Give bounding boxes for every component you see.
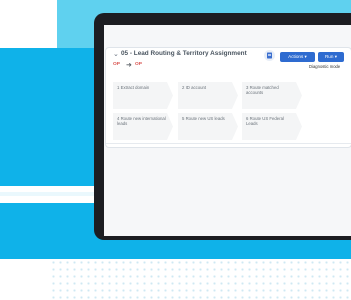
workflow-title: 05 - Lead Routing & Territory Assignment: [121, 50, 247, 57]
step-label: 5 Route new US leads: [182, 116, 225, 121]
step-label: 2 ID account: [182, 85, 207, 90]
backdrop-left-lower-block: [0, 203, 96, 259]
step-6[interactable]: 6 Route US Federal Leads: [242, 113, 302, 140]
note-icon[interactable]: [264, 50, 275, 61]
diagnostic-mode-label: Diagnostic mode: [309, 64, 341, 69]
step-label: 1 Extract domain: [117, 85, 150, 90]
backdrop-left-upper-block: [0, 48, 96, 186]
step-4[interactable]: 4 Route new international leads: [113, 113, 173, 140]
step-5[interactable]: 5 Route new US leads: [178, 113, 238, 140]
chevron-down-icon[interactable]: ⌄: [113, 51, 119, 59]
card-bottom-divider: [106, 143, 351, 144]
step-label: 3 Route matched accounts: [246, 85, 279, 96]
actions-button[interactable]: Actions ▾: [280, 52, 315, 62]
backdrop-divider: [0, 192, 96, 196]
step-label: 4 Route new international leads: [117, 116, 166, 127]
status-from: OP: [113, 62, 120, 67]
step-1[interactable]: 1 Extract domain: [113, 82, 173, 109]
arrow-right-icon: ➜: [126, 62, 132, 69]
dot-pattern: [50, 259, 351, 300]
run-button[interactable]: Run ▾: [318, 52, 344, 62]
step-label: 6 Route US Federal Leads: [246, 116, 284, 127]
step-3[interactable]: 3 Route matched accounts: [242, 82, 302, 109]
status-to: OP: [135, 62, 142, 67]
step-2[interactable]: 2 ID account: [178, 82, 238, 109]
